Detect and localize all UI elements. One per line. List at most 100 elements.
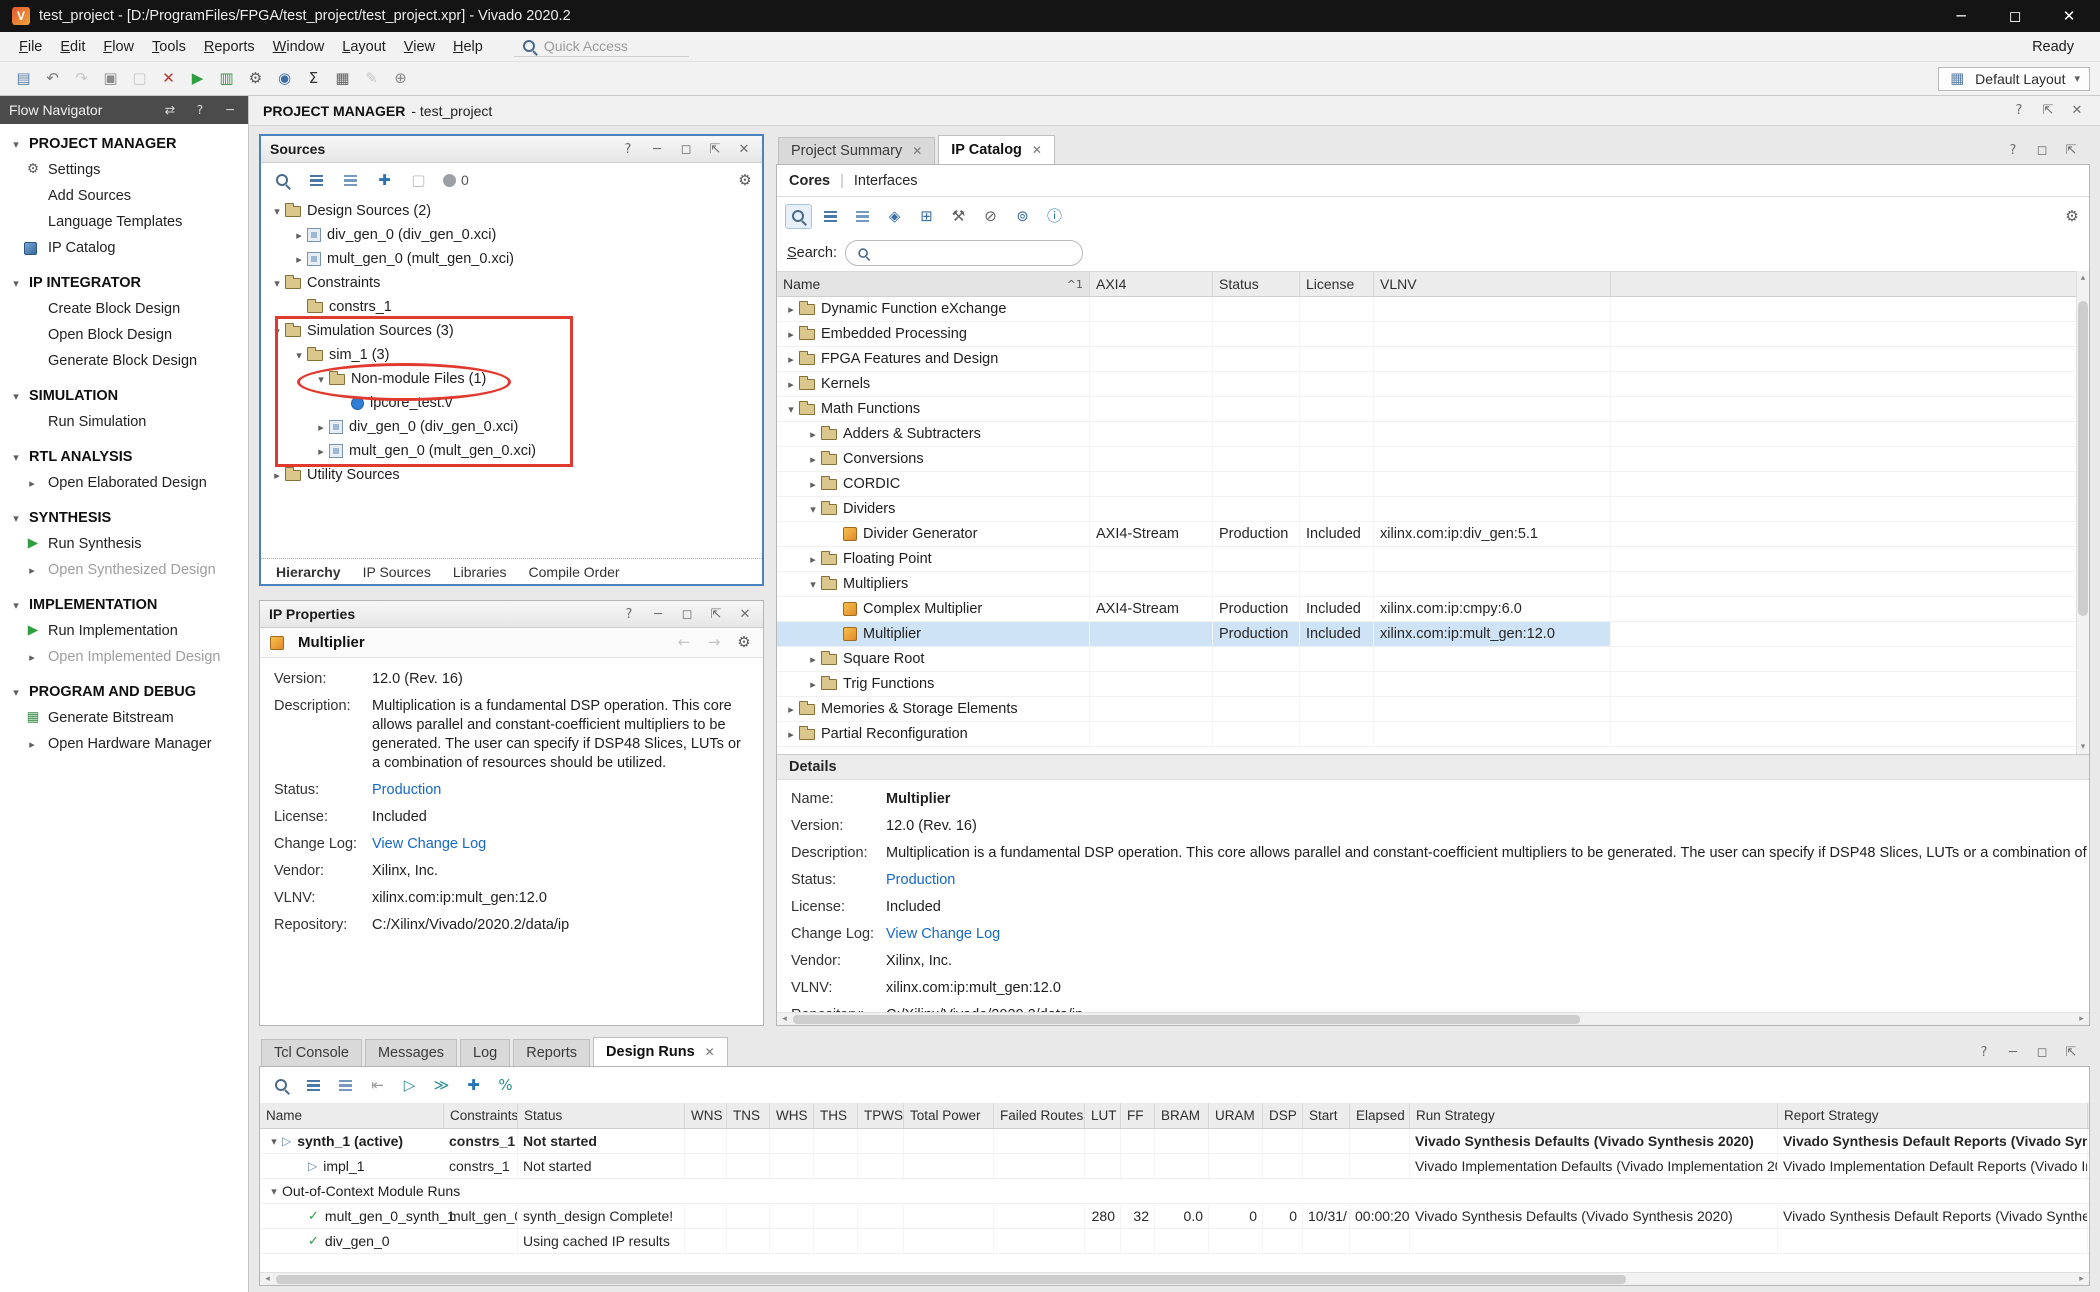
column-header-total-power[interactable]: Total Power	[904, 1103, 994, 1128]
flow-item-run-implementation[interactable]: ▶Run Implementation	[0, 618, 248, 644]
maximize-icon[interactable]: ◻	[2033, 144, 2051, 157]
column-header-ths[interactable]: THS	[814, 1103, 858, 1128]
help-icon[interactable]: ?	[620, 608, 638, 621]
menu-window[interactable]: Window	[264, 35, 334, 59]
design-run-row[interactable]: ✓mult_gen_0_synth_1mult_gen_0synth_desig…	[260, 1204, 2089, 1229]
expander-icon[interactable]: ▾	[805, 503, 821, 516]
expander-icon[interactable]: ▸	[805, 478, 821, 491]
help-icon[interactable]: ?	[1975, 1046, 1993, 1059]
sources-tree-item[interactable]: ▸Utility Sources	[261, 463, 762, 487]
menu-edit[interactable]: Edit	[51, 35, 94, 59]
design-run-row[interactable]: ▾Out-of-Context Module Runs	[260, 1179, 2089, 1204]
column-header-tpws[interactable]: TPWS	[858, 1103, 904, 1128]
expander-icon[interactable]: ▾	[291, 349, 307, 362]
fast-forward-button[interactable]: ≫	[428, 1073, 455, 1098]
menu-tools[interactable]: Tools	[143, 35, 195, 59]
flow-section-project-manager[interactable]: ▾PROJECT MANAGER	[0, 130, 248, 157]
minimize-icon[interactable]: ─	[1952, 9, 1970, 24]
property-value[interactable]: Production	[372, 781, 751, 800]
float-icon[interactable]: ⇱	[707, 608, 725, 621]
design-run-row[interactable]: ✓div_gen_0Using cached IP results	[260, 1229, 2089, 1254]
layout-button[interactable]: ⊞	[913, 204, 940, 229]
flow-section-implementation[interactable]: ▾IMPLEMENTATION	[0, 591, 248, 618]
sources-tree-item[interactable]: ▸mult_gen_0 (mult_gen_0.xci)	[261, 247, 762, 271]
flow-item-create-block-design[interactable]: Create Block Design	[0, 296, 248, 322]
info-button[interactable]: ⓘ	[1041, 204, 1068, 229]
group-by-category-button[interactable]: ◈	[881, 204, 908, 229]
scrollbar-thumb[interactable]	[2078, 301, 2088, 616]
column-header-name[interactable]: Name^1	[777, 272, 1090, 296]
catalog-row[interactable]: ▸Trig Functions	[777, 672, 2089, 697]
menu-file[interactable]: File	[10, 35, 51, 59]
flow-item-run-simulation[interactable]: Run Simulation	[0, 409, 248, 435]
expander-icon[interactable]: ▸	[269, 469, 285, 482]
view-cores[interactable]: Cores	[789, 173, 830, 189]
sources-tree-item[interactable]: ipcore_test.v	[261, 391, 762, 415]
dashboard-button[interactable]: ▦	[329, 66, 356, 91]
scroll-up-icon[interactable]: ▴	[2077, 273, 2089, 283]
expand-all-button[interactable]	[332, 1073, 359, 1098]
sources-tab-ip-sources[interactable]: IP Sources	[354, 561, 440, 583]
catalog-row[interactable]: ▸Adders & Subtracters	[777, 422, 2089, 447]
expander-icon[interactable]: ▸	[24, 651, 40, 664]
catalog-row[interactable]: ▸Memories & Storage Elements	[777, 697, 2089, 722]
expander-icon[interactable]: ▾	[269, 325, 285, 338]
column-header-lut[interactable]: LUT	[1085, 1103, 1121, 1128]
flow-item-language-templates[interactable]: Language Templates	[0, 209, 248, 235]
flow-section-program-and-debug[interactable]: ▾PROGRAM AND DEBUG	[0, 678, 248, 705]
flow-item-ip-catalog[interactable]: IP Catalog	[0, 235, 248, 261]
chevron-down-icon[interactable]: ▾	[8, 451, 24, 464]
debug-button[interactable]: ⊕	[387, 66, 414, 91]
maximize-icon[interactable]: ◻	[2006, 9, 2024, 24]
sources-tree-item[interactable]: ▸mult_gen_0 (mult_gen_0.xci)	[261, 439, 762, 463]
design-run-row[interactable]: ▾▷synth_1 (active)constrs_1Not startedVi…	[260, 1129, 2089, 1154]
float-icon[interactable]: ⇱	[2062, 1046, 2080, 1059]
column-header-wns[interactable]: WNS	[685, 1103, 727, 1128]
scroll-left-icon[interactable]: ◂	[777, 1014, 792, 1024]
expander-icon[interactable]: ▾	[269, 205, 285, 218]
add-button[interactable]: ✚	[460, 1073, 487, 1098]
tab-ip-catalog[interactable]: IP Catalog✕	[938, 135, 1055, 164]
flow-section-synthesis[interactable]: ▾SYNTHESIS	[0, 504, 248, 531]
expander-icon[interactable]: ▸	[24, 564, 40, 577]
undo-button[interactable]: ↶	[39, 66, 66, 91]
catalog-row[interactable]: ▸Square Root	[777, 647, 2089, 672]
paste-button[interactable]: ▢	[126, 66, 153, 91]
column-header-start[interactable]: Start	[1303, 1103, 1350, 1128]
maximize-icon[interactable]: ◻	[2033, 1046, 2051, 1059]
catalog-row[interactable]: ▾Math Functions	[777, 397, 2089, 422]
tab-tcl-console[interactable]: Tcl Console	[261, 1039, 362, 1066]
expander-icon[interactable]: ▸	[24, 738, 40, 751]
maximize-icon[interactable]: ◻	[678, 608, 696, 621]
sources-tree-item[interactable]: ▾sim_1 (3)	[261, 343, 762, 367]
run-button[interactable]: ▶	[184, 66, 211, 91]
settings-icon[interactable]: ⚙	[735, 635, 753, 650]
catalog-row[interactable]: ▸Embedded Processing	[777, 322, 2089, 347]
collapse-all-button[interactable]	[300, 1073, 327, 1098]
float-icon[interactable]: ⇱	[706, 143, 724, 156]
sources-tree-item[interactable]: ▸div_gen_0 (div_gen_0.xci)	[261, 415, 762, 439]
search-button[interactable]	[785, 204, 812, 229]
flow-item-add-sources[interactable]: Add Sources	[0, 183, 248, 209]
column-header-uram[interactable]: URAM	[1209, 1103, 1263, 1128]
expander-icon[interactable]: ▾	[805, 578, 821, 591]
redo-button[interactable]: ↷	[68, 66, 95, 91]
tab-design-runs[interactable]: Design Runs✕	[593, 1037, 728, 1066]
help-icon[interactable]: ?	[2010, 104, 2028, 117]
expander-icon[interactable]: ▸	[805, 553, 821, 566]
edit-button[interactable]: ✎	[358, 66, 385, 91]
sources-tab-compile-order[interactable]: Compile Order	[520, 561, 629, 583]
menu-view[interactable]: View	[395, 35, 444, 59]
scroll-right-icon[interactable]: ▸	[2074, 1014, 2089, 1024]
forward-icon[interactable]: →	[705, 635, 723, 650]
chevron-down-icon[interactable]: ▾	[8, 686, 24, 699]
layout-selector[interactable]: ▦ Default Layout ▾	[1938, 67, 2090, 91]
scrollbar-thumb[interactable]	[276, 1275, 1626, 1284]
step-button[interactable]: ◉	[271, 66, 298, 91]
add-button[interactable]: ✚	[371, 168, 398, 193]
chevron-down-icon[interactable]: ▾	[8, 512, 24, 525]
flow-item-generate-bitstream[interactable]: ▦Generate Bitstream	[0, 705, 248, 731]
chevron-down-icon[interactable]: ▾	[8, 138, 24, 151]
flow-item-open-synthesized-design[interactable]: ▸Open Synthesized Design	[0, 557, 248, 583]
chevron-down-icon[interactable]: ▾	[8, 599, 24, 612]
